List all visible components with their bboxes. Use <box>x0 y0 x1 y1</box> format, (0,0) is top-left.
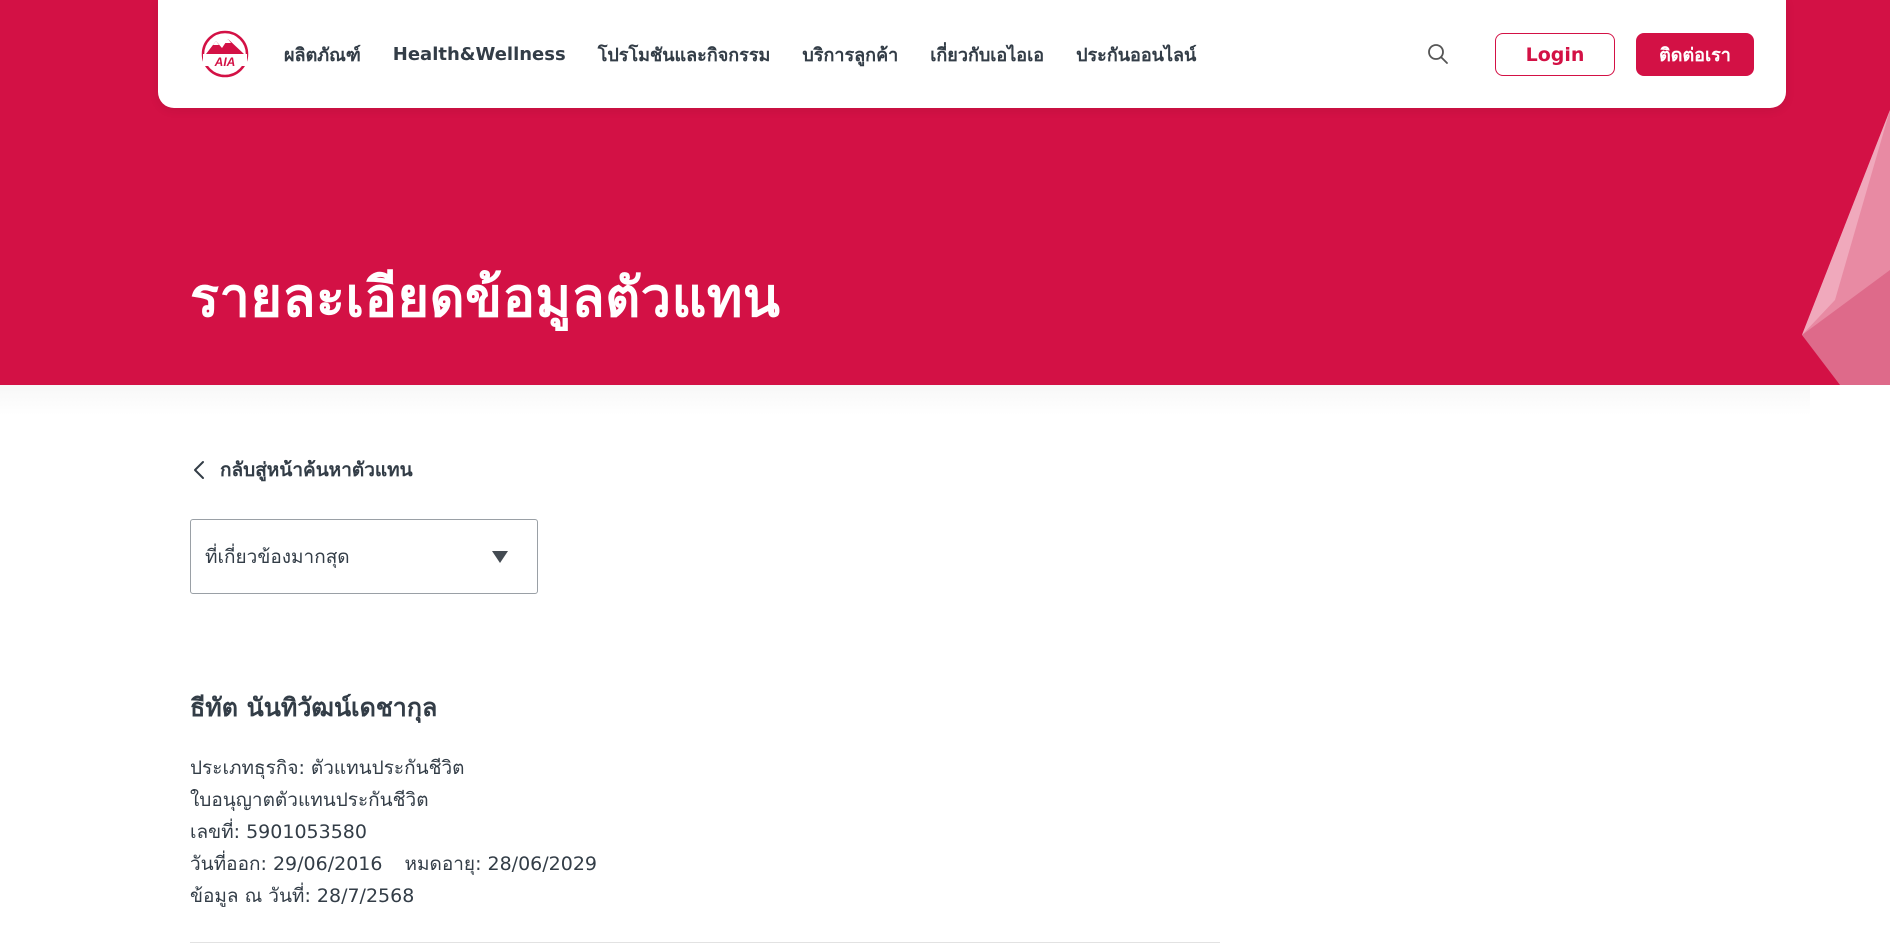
nav-menu: ผลิตภัณฑ์ Health&Wellness โปรโมชันและกิจ… <box>284 0 1228 108</box>
nav-item-online-insurance[interactable]: ประกันออนไลน์ <box>1076 40 1196 69</box>
issue-date: วันที่ออก: 29/06/2016 <box>190 853 383 875</box>
chevron-left-icon <box>194 461 204 479</box>
back-link-label: กลับสู่หน้าค้นหาตัวแทน <box>220 459 413 481</box>
page-title: รายละเอียดข้อมูลตัวแทน <box>190 266 781 329</box>
logo-text: AIA <box>214 55 236 69</box>
nav-item-promotions[interactable]: โปรโมชันและกิจกรรม <box>598 40 771 69</box>
search-icon[interactable] <box>1426 42 1450 66</box>
agent-name: ธีทัต นันทิวัฒน์เดชากุล <box>190 693 438 722</box>
nav-item-about[interactable]: เกี่ยวกับเอไอเอ <box>930 40 1044 69</box>
nav-item-health-wellness[interactable]: Health&Wellness <box>393 44 566 65</box>
nav-item-products[interactable]: ผลิตภัณฑ์ <box>284 40 361 69</box>
aia-logo[interactable]: AIA <box>200 30 250 78</box>
expiry-date: หมดอายุ: 28/06/2029 <box>404 853 598 875</box>
divider <box>190 942 1220 943</box>
business-type: ประเภทธุรกิจ: ตัวแทนประกันชีวิต <box>190 757 465 779</box>
agent-detail-page: รายละเอียดข้อมูลตัวแทน AIA ผลิตภัณฑ์ Hea… <box>0 0 1890 945</box>
top-navigation: AIA ผลิตภัณฑ์ Health&Wellness โปรโมชันแล… <box>158 0 1786 108</box>
agent-details: ประเภทธุรกิจ: ตัวแทนประกันชีวิต ใบอนุญาต… <box>190 752 597 912</box>
triangle-down-icon <box>492 551 508 563</box>
sort-selected-value: ที่เกี่ยวข้องมากสุด <box>205 545 350 568</box>
data-as-of-date: ข้อมูล ณ วันที่: 28/7/2568 <box>190 885 415 907</box>
login-button[interactable]: Login <box>1495 33 1615 76</box>
contact-us-button[interactable]: ติดต่อเรา <box>1636 33 1754 76</box>
nav-item-customer-service[interactable]: บริการลูกค้า <box>802 40 898 69</box>
license-title: ใบอนุญาตตัวแทนประกันชีวิต <box>190 789 429 811</box>
content-separator <box>0 385 1810 415</box>
license-number: เลขที่: 5901053580 <box>190 821 367 843</box>
sort-dropdown[interactable]: ที่เกี่ยวข้องมากสุด <box>190 519 538 594</box>
license-dates: วันที่ออก: 29/06/2016 หมดอายุ: 28/06/2029 <box>190 848 597 880</box>
back-to-search-link[interactable]: กลับสู่หน้าค้นหาตัวแทน <box>192 455 413 485</box>
